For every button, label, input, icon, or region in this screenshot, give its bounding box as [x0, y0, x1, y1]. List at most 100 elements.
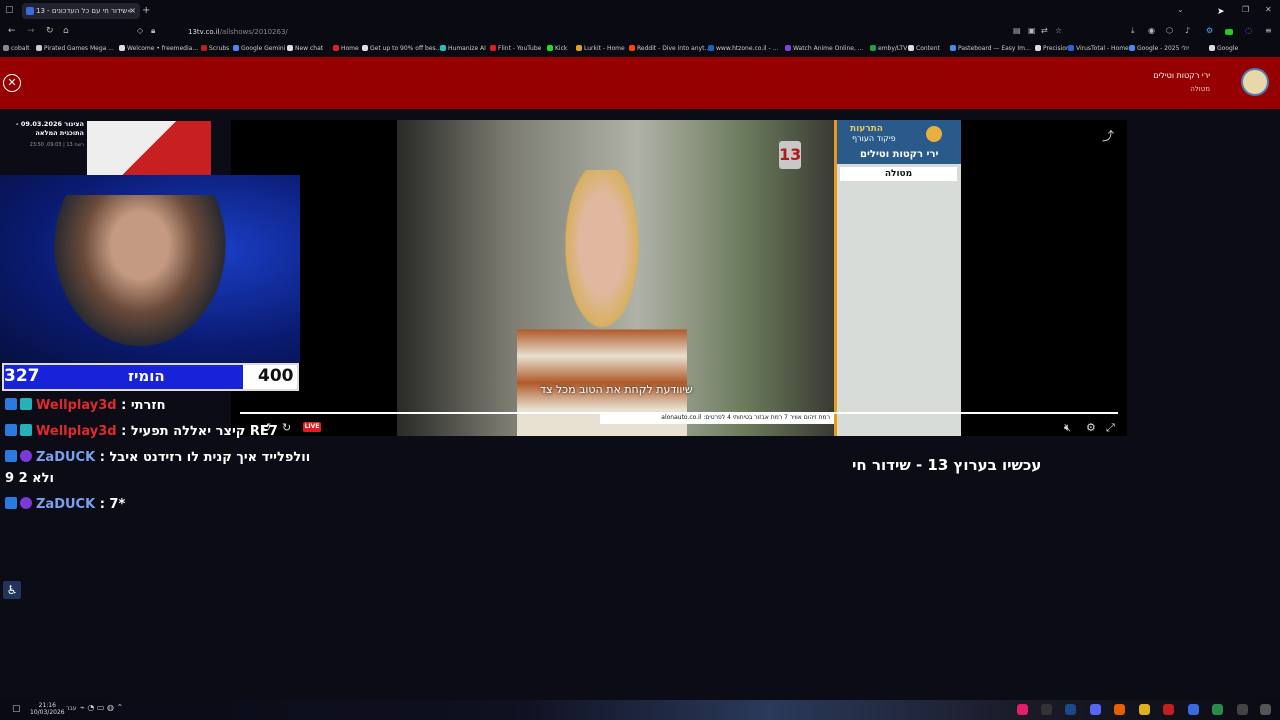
tab-active[interactable]: 13 - שידור חי עם כל העדכונים« × [22, 3, 140, 19]
close-window-icon[interactable]: ✕ [1265, 5, 1272, 14]
bookmark-favicon-icon [233, 45, 239, 51]
fullscreen-icon[interactable]: ⤢ [1106, 421, 1115, 435]
folder-icon[interactable] [1139, 704, 1150, 715]
bookmark-item[interactable]: Watch Anime Online, ... [785, 45, 864, 52]
reload-icon[interactable]: ↻ [46, 26, 54, 36]
badge-icon [20, 398, 32, 410]
bookmark-favicon-icon [1209, 45, 1215, 51]
extensions-icon[interactable]: ⬡ [1166, 26, 1173, 35]
menu-icon[interactable]: ≡ [1265, 26, 1272, 35]
language-indicator[interactable]: עבר [66, 705, 77, 712]
notification-icon[interactable]: ▢ [12, 704, 21, 714]
bookmark-item[interactable]: Get up to 90% off bes... [362, 45, 441, 52]
url-input[interactable]: 13tv.co.il/allshows/2010263/ [188, 28, 288, 36]
home-icon[interactable]: ⌂ [63, 26, 69, 36]
shield-icon[interactable]: ◇ [137, 26, 143, 35]
bookmark-item[interactable]: Content [908, 45, 940, 52]
bookmark-label: Content [916, 45, 940, 52]
tab-list-icon[interactable]: ⌄ [1177, 5, 1184, 14]
app-icon[interactable] [1260, 704, 1271, 715]
app-icon[interactable] [1188, 704, 1199, 715]
bookmark-label: New chat [295, 45, 324, 52]
bookmark-item[interactable]: Scrubs [201, 45, 229, 52]
news-item-title[interactable]: הצינור 09.03.2026 - התוכנית המלאה [14, 120, 84, 138]
bookmark-item[interactable]: Kick [547, 45, 567, 52]
browser-icon[interactable] [1163, 704, 1174, 715]
extension-b-icon[interactable] [1225, 29, 1233, 35]
account-icon[interactable]: ◉ [1148, 26, 1155, 35]
bookmark-item[interactable]: Reddit - Dive into anyt... [629, 45, 710, 52]
settings-icon[interactable]: ⚙ [1086, 421, 1096, 434]
bookmark-item[interactable]: Welcome • freemedia... [119, 45, 198, 52]
chat-message: ZaDUCK : וולפלייד איך קנית לו רזידנט איב… [5, 450, 310, 465]
screenshot-icon[interactable]: ▣ [1028, 26, 1036, 35]
bookmark-item[interactable]: Precision [1035, 45, 1070, 52]
score-label: הומיז [128, 367, 165, 385]
new-tab-button[interactable]: + [142, 5, 150, 16]
bookmark-label: Google [1217, 45, 1239, 52]
bookmark-label: Google Gemini [241, 45, 286, 52]
app-icon[interactable] [1212, 704, 1223, 715]
bookmark-item[interactable]: cobalt [3, 45, 29, 52]
news-item-thumbnail[interactable] [87, 121, 211, 175]
bookmark-favicon-icon [440, 45, 446, 51]
bookmark-item[interactable]: Google Gemini [233, 45, 285, 52]
bookmark-item[interactable]: Home [333, 45, 359, 52]
alert-side-location: מטולה [840, 167, 957, 181]
video-subtitle: שיוודעת לקחת את הטוב מכל צד [540, 383, 693, 396]
bookmark-item[interactable]: Pasteboard — Easy Im... [950, 45, 1031, 52]
downloads-icon[interactable]: ⤓ [1131, 26, 1135, 36]
bookmark-item[interactable]: VirusTotal - Home [1068, 45, 1129, 52]
lock-icon[interactable]: 🔒︎ [151, 26, 155, 36]
now-playing-title: עכשיו בערוץ 13 - שידור חי [852, 456, 1042, 474]
live-badge[interactable]: LIVE [303, 422, 321, 432]
reader-icon[interactable]: ▤ [1013, 26, 1021, 35]
bookmark-item[interactable]: Google [1209, 45, 1238, 52]
forward-icon[interactable]: → [27, 26, 35, 36]
bookmark-item[interactable]: Google - 2025 יולי [1129, 45, 1189, 52]
forward-skip-icon[interactable]: ↻ [282, 421, 291, 434]
accessibility-icon[interactable]: ♿︎ [3, 581, 21, 599]
restore-window-icon[interactable]: ❐ [1242, 5, 1249, 14]
chat-message: ZaDUCK : 7* [5, 497, 125, 512]
bookmark-item[interactable]: Flint - YouTube [490, 45, 541, 52]
bookmark-favicon-icon [119, 45, 125, 51]
mute-icon[interactable]: 🔇︎ [1064, 421, 1071, 435]
extension-a-icon[interactable]: ⚙ [1206, 26, 1213, 35]
translate-icon[interactable]: ⇄ [1041, 26, 1048, 35]
bookmark-label: Scrubs [209, 45, 230, 52]
bookmark-item[interactable]: emby/LTV [870, 45, 907, 52]
extension-c-icon[interactable]: ◌ [1245, 26, 1252, 35]
chat-message-cont: 9 ולא 2 [5, 471, 54, 486]
bookmark-item[interactable]: New chat [287, 45, 323, 52]
share-icon[interactable]: ⤴ [1102, 127, 1114, 144]
back-icon[interactable]: ← [8, 26, 16, 36]
alert-close-button[interactable]: ✕ [3, 74, 21, 92]
bookmark-star-icon[interactable]: ☆ [1055, 26, 1062, 35]
chat-message: Wellplay3d : קיצר יאללה תפעיל RE7 [5, 424, 278, 439]
alert-side-header-line1: התרעות [850, 124, 883, 134]
bookmark-item[interactable]: Lurkit - Home [576, 45, 625, 52]
taskbar-clock[interactable]: 21:16 10/03/2026 [30, 702, 65, 716]
app-icon[interactable] [1237, 704, 1248, 715]
bookmark-label: VirusTotal - Home [1076, 45, 1129, 52]
discord-icon[interactable] [1090, 704, 1101, 715]
firefox-icon[interactable] [1114, 704, 1125, 715]
progress-bar[interactable] [240, 412, 1118, 414]
chat-message: Wellplay3d : חזרתי [5, 398, 166, 413]
bookmark-item[interactable]: www.htzone.co.il - ... [708, 45, 778, 52]
bookmark-item[interactable]: Pirated Games Mega ... [36, 45, 114, 52]
chat-user: ZaDUCK [36, 450, 96, 465]
home-front-command-icon [926, 126, 942, 142]
bookmark-item[interactable]: Humanize AI [440, 45, 486, 52]
volume-icon[interactable]: ♪ [1185, 26, 1190, 35]
steam-icon[interactable] [1065, 704, 1076, 715]
bookmark-favicon-icon [201, 45, 207, 51]
sidebar-toggle-icon[interactable]: ▢ [5, 5, 14, 15]
app-icon[interactable] [1017, 704, 1028, 715]
tray-icons[interactable]: ⌁ ◔ ▭ ◍ ⌃ [80, 703, 123, 712]
chat-text: : 7* [99, 497, 126, 512]
tab-close-icon[interactable]: × [129, 3, 136, 19]
bookmark-favicon-icon [785, 45, 791, 51]
app-icon[interactable] [1041, 704, 1052, 715]
